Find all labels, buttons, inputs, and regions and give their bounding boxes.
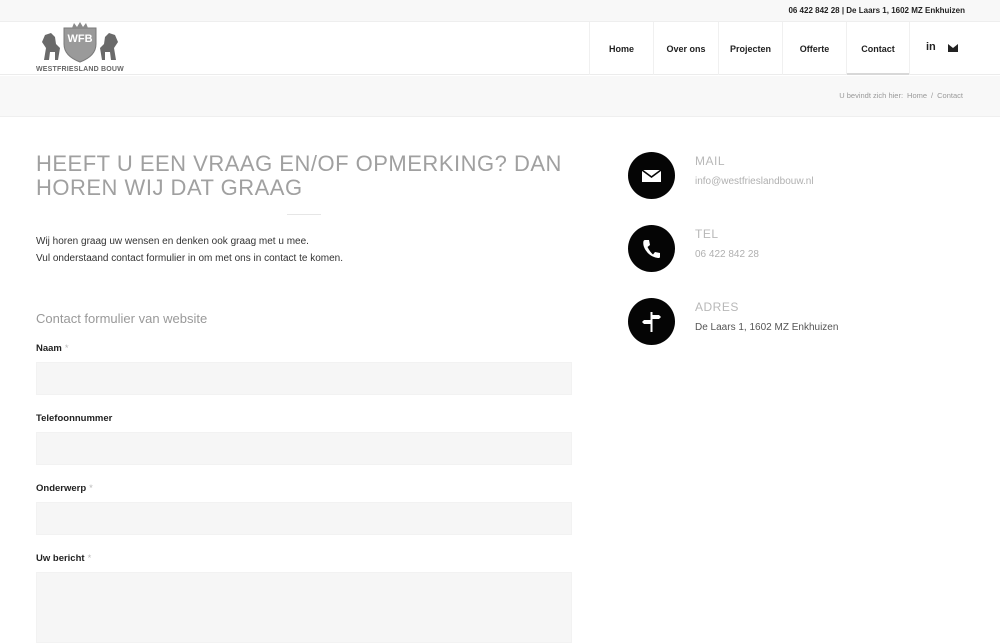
tel-circle-icon [628,225,675,272]
top-bar: 06 422 842 28 | De Laars 1, 1602 MZ Enkh… [0,0,1000,22]
nav-item-home[interactable]: Home [589,22,653,75]
adres-value: De Laars 1, 1602 MZ Enkhuizen [695,322,839,333]
required-mark: * [64,343,69,354]
breadcrumb-prefix: U bevindt zich hier: [839,91,904,100]
mail-value[interactable]: info@westfrieslandbouw.nl [695,176,814,187]
telefoonnummer-label-text: Telefoonnummer [36,413,113,424]
adres-circle-icon [628,298,675,345]
bericht-label-text: Uw bericht [36,553,85,564]
tel-title: TEL [695,227,719,241]
nav-item-contact[interactable]: Contact [846,22,910,75]
main-nav: Home Over ons Projecten Offerte Contact [589,22,910,75]
onderwerp-label: Onderwerp * [36,483,93,494]
bericht-label: Uw bericht * [36,553,91,564]
naam-label: Naam * [36,343,69,354]
telefoonnummer-label: Telefoonnummer [36,413,112,424]
breadcrumb-current: Contact [937,91,963,100]
intro-text: Wij horen graag uw wensen en denken ook … [36,233,343,267]
onderwerp-field[interactable] [36,502,572,535]
bericht-textarea[interactable] [36,572,572,643]
naam-field[interactable] [36,362,572,395]
social-links: in [926,42,958,53]
breadcrumb-home[interactable]: Home [907,91,927,100]
logo-emblem: WFB [42,22,118,63]
intro-line-1: Wij horen graag uw wensen en denken ook … [36,236,309,247]
required-mark: * [89,483,93,494]
logo-monogram: WFB [67,33,92,45]
envelope-icon [641,169,662,182]
breadcrumb-separator: / [931,91,934,100]
page-title: Heeft u een vraag en/of opmerking? Dan h… [36,151,562,200]
mail-title: MAIL [695,154,726,168]
breadcrumb: U bevindt zich hier: Home / Contact [839,91,963,100]
title-separator [287,214,321,215]
intro-line-2: Vul onderstaand contact formulier in om … [36,253,344,264]
top-bar-contact-info: 06 422 842 28 | De Laars 1, 1602 MZ Enkh… [788,6,965,15]
mail-icon[interactable] [947,44,958,52]
mail-circle-icon [628,152,675,199]
site-header: WFB WESTFRIESLAND BOUW Home Over ons Pro… [0,22,1000,75]
breadcrumb-band: U bevindt zich hier: Home / Contact [0,76,1000,117]
linkedin-icon[interactable]: in [926,42,936,53]
adres-title: ADRES [695,300,739,314]
logo-name: WESTFRIESLAND BOUW [36,66,124,73]
naam-label-text: Naam [36,343,62,354]
form-title: Contact formulier van website [36,311,208,326]
phone-icon [643,240,660,258]
required-mark: * [87,553,92,564]
telefoonnummer-field[interactable] [36,432,572,465]
nav-item-offerte[interactable]: Offerte [782,22,846,75]
tel-value[interactable]: 06 422 842 28 [695,249,759,260]
nav-item-over-ons[interactable]: Over ons [653,22,718,75]
nav-item-projecten[interactable]: Projecten [718,22,782,75]
signpost-icon [642,312,661,332]
onderwerp-label-text: Onderwerp [36,483,87,494]
